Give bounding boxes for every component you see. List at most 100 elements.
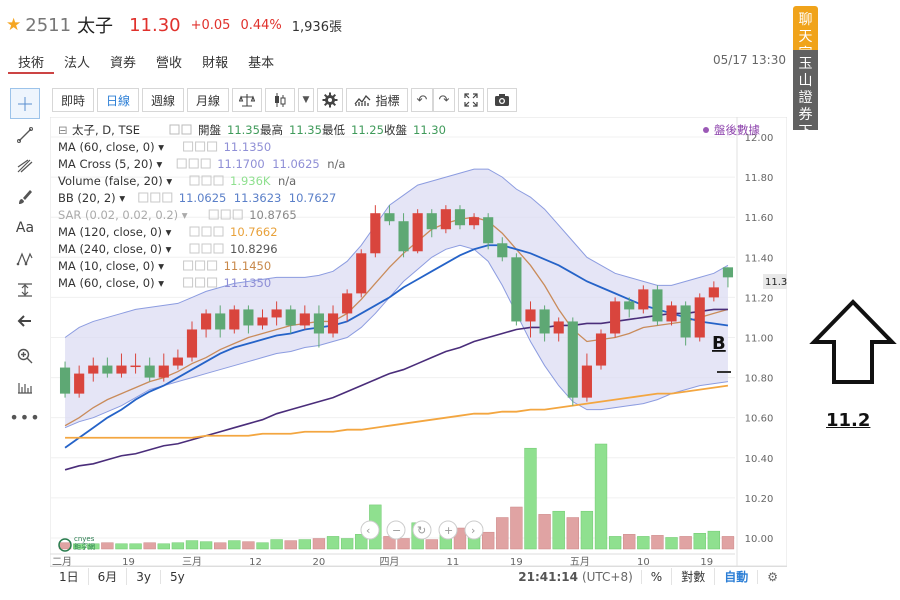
crosshair-tool[interactable] <box>10 88 40 119</box>
chart-style-dropdown[interactable]: ▼ <box>298 88 314 112</box>
tab-institutional[interactable]: 法人 <box>54 48 100 74</box>
candle-body <box>229 309 240 330</box>
volume-bar <box>524 447 537 550</box>
weekly-button[interactable]: 週線 <box>142 88 184 112</box>
price-tick-label: 10.40 <box>745 454 774 465</box>
arrow-left-icon <box>17 314 31 327</box>
volume-bar <box>115 543 128 550</box>
reset-icon: ↻ <box>417 524 426 537</box>
fib-tool[interactable] <box>10 150 40 181</box>
back-tool[interactable] <box>10 305 40 336</box>
tab-technical[interactable]: 技術 <box>8 48 55 74</box>
redo-icon: ↷ <box>438 92 450 108</box>
buy-marker: B <box>712 333 726 354</box>
ruler-icon <box>18 382 32 394</box>
indicator-value: 1.936K <box>230 174 271 188</box>
compare-button[interactable] <box>232 88 262 112</box>
caret-down-icon: ▼ <box>302 95 310 105</box>
brokerage-order-tab[interactable]: 玉山證券下單 <box>793 50 818 157</box>
current-price-tag: 11.30 <box>765 277 787 288</box>
arrow-target-label: 11.2 <box>826 410 871 431</box>
volume-bar <box>397 538 410 550</box>
candle-body <box>398 221 409 252</box>
candle-body <box>497 243 508 258</box>
stock-price: 11.30 <box>129 14 181 36</box>
candle-body <box>342 293 353 314</box>
stock-name: 太子 <box>77 16 114 37</box>
chatroom-tab[interactable]: 聊天室 <box>793 6 818 62</box>
low-value: 11.25 <box>351 123 384 137</box>
candle-body <box>186 329 198 358</box>
settings-button[interactable] <box>317 88 343 112</box>
more-tools[interactable]: ••• <box>9 402 40 433</box>
range-6m-button[interactable]: 6月 <box>89 568 128 585</box>
range-1d-button[interactable]: 1日 <box>50 568 89 585</box>
candle-body <box>638 289 649 310</box>
candle-body <box>158 365 169 378</box>
zoom-tool[interactable] <box>10 340 40 371</box>
pattern-tool[interactable] <box>10 243 40 274</box>
legend-collapse-icon[interactable]: ⊟ <box>58 123 68 137</box>
drawing-toolbar: Aa ••• <box>9 88 42 433</box>
indicator-row: BB (20, 2) ▾ 11.0625 11.3623 10.7627 <box>58 191 336 205</box>
volume-bar <box>552 510 565 550</box>
volume-bar <box>256 542 269 550</box>
measure-tool[interactable] <box>10 274 40 305</box>
daily-button[interactable]: 日線 <box>97 88 139 112</box>
indicators-button[interactable]: 指標 <box>346 88 408 112</box>
indicator-row: MA (120, close, 0) ▾ 10.7662 <box>58 225 278 239</box>
auto-scale-toggle[interactable]: 自動 <box>714 568 757 585</box>
log-scale-toggle[interactable]: 對數 <box>671 568 714 585</box>
stock-code: 2511 <box>25 14 72 36</box>
indicator-value: 11.1350 <box>224 140 272 154</box>
price-change-percent: 0.44% <box>240 17 282 33</box>
price-chart[interactable]: 12.0011.8011.6011.4011.2011.0010.8010.60… <box>50 117 787 566</box>
volume-bar <box>482 531 495 550</box>
after-hours-dot-icon <box>703 127 709 133</box>
candle-body <box>384 213 395 222</box>
volume-bar <box>270 539 283 550</box>
volume-bar <box>637 536 650 550</box>
tab-revenue[interactable]: 營收 <box>146 48 192 74</box>
volume-bar <box>510 506 523 550</box>
after-hours-link[interactable]: 盤後數據 <box>714 123 760 137</box>
time-tick-label: 11 <box>447 557 460 566</box>
volume-bar <box>298 539 311 550</box>
snapshot-button[interactable] <box>487 88 517 112</box>
candle-body <box>652 289 663 322</box>
indicator-label: MA (120, close, 0) ▾ <box>58 225 172 239</box>
chart-settings-button[interactable]: ⚙ <box>757 569 787 584</box>
candle-body <box>88 365 99 374</box>
fullscreen-button[interactable] <box>458 88 484 112</box>
percent-scale-toggle[interactable]: % <box>640 569 671 584</box>
price-tick-label: 11.40 <box>745 253 774 264</box>
clock-timezone: (UTC+8) <box>581 569 633 584</box>
favorite-star-icon[interactable]: ★ <box>6 16 21 34</box>
range-3y-button[interactable]: 3y <box>127 569 162 584</box>
brush-tool[interactable] <box>10 181 40 212</box>
tab-financials[interactable]: 財報 <box>192 48 238 74</box>
trend-line-tool[interactable] <box>10 119 40 150</box>
candle-body <box>327 313 339 334</box>
indicator-value: 11.1350 <box>224 276 272 290</box>
time-tick-label: 20 <box>313 557 326 566</box>
candle-body <box>483 217 494 244</box>
tab-margin[interactable]: 資券 <box>100 48 146 74</box>
redo-button[interactable]: ↷ <box>433 88 455 112</box>
text-tool[interactable]: Aa <box>10 212 40 243</box>
candle-body <box>468 217 480 226</box>
magnet-tool[interactable] <box>10 371 40 402</box>
svg-text:鉅亨網: 鉅亨網 <box>74 542 95 551</box>
time-tick-label: 三月 <box>182 556 202 566</box>
realtime-button[interactable]: 即時 <box>52 88 94 112</box>
candle-body <box>102 365 113 374</box>
indicator-label: MA (60, close, 0) ▾ <box>58 140 164 154</box>
range-5y-button[interactable]: 5y <box>161 570 194 584</box>
indicator-label: BB (20, 2) ▾ <box>58 191 125 205</box>
volume-bar <box>496 517 509 550</box>
undo-button[interactable]: ↶ <box>411 88 433 112</box>
chart-style-button[interactable] <box>265 88 295 112</box>
monthly-button[interactable]: 月線 <box>187 88 229 112</box>
tab-basic[interactable]: 基本 <box>238 48 284 74</box>
volume-bar <box>651 535 664 550</box>
